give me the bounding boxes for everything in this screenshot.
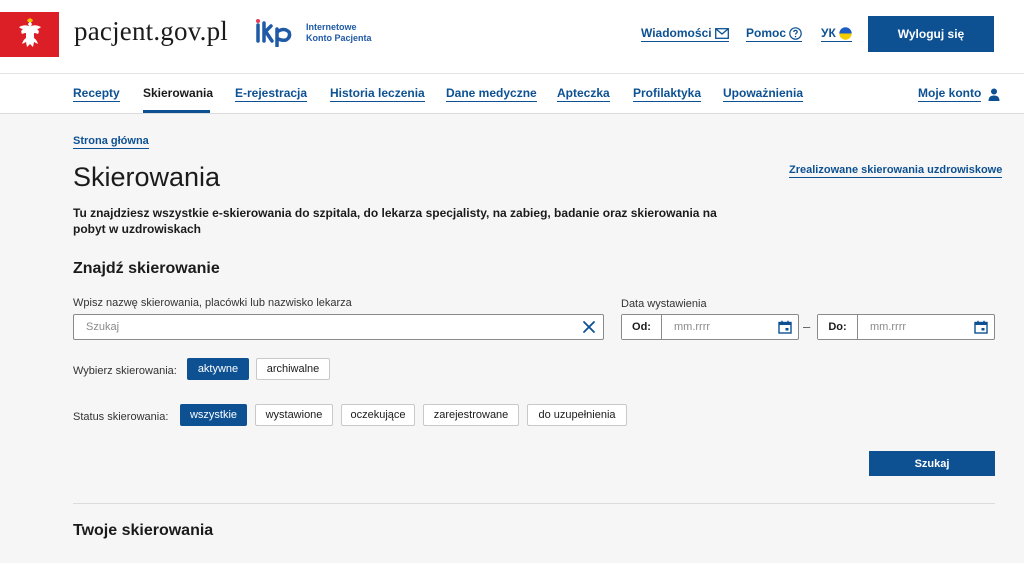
results-title: Twoje skierowania [73, 522, 214, 539]
date-from-prefix: Od: [622, 315, 662, 339]
question-circle-icon [789, 26, 802, 40]
ikp-logo-icon [256, 19, 292, 47]
envelope-icon [714, 27, 729, 39]
messages-link[interactable]: Wiadomości [641, 26, 729, 42]
nav-item-profilaktyka[interactable]: Profilaktyka [633, 86, 702, 102]
type-chip-aktywne[interactable]: aktywne [187, 358, 249, 380]
ikp-logo-text: Internetowe Konto Pacjenta [306, 22, 372, 44]
nav-item-e-rejestracja[interactable]: E-rejestracja [235, 86, 308, 102]
date-label: Data wystawienia [621, 298, 707, 310]
search-section-title: Znajdź skierowanie [73, 260, 220, 277]
status-chip-do-uzupelnienia[interactable]: do uzupełnienia [527, 404, 627, 426]
search-input[interactable] [74, 315, 554, 339]
search-label: Wpisz nazwę skierowania, placówki lub na… [73, 297, 352, 309]
intro-text: Tu znajdziesz wszystkie e-skierowania do… [73, 206, 717, 236]
help-label: Pomoc [746, 26, 787, 40]
active-tab-indicator [143, 110, 210, 113]
breadcrumb-home[interactable]: Strona główna [73, 135, 149, 149]
help-link[interactable]: Pomoc [746, 26, 803, 42]
nav-item-upowaznienia[interactable]: Upoważnienia [723, 86, 804, 102]
status-chip-zarejestrowane[interactable]: zarejestrowane [423, 404, 519, 426]
search-field [73, 314, 604, 340]
page-title: Skierowania [73, 162, 221, 192]
date-to-wrapper [858, 315, 994, 339]
nav-item-recepty[interactable]: Recepty [73, 86, 120, 102]
ikp-logo[interactable]: Internetowe Konto Pacjenta [256, 19, 372, 47]
ikp-line2: Konto Pacjenta [306, 33, 372, 43]
calendar-icon[interactable] [974, 320, 988, 334]
language-ukrainian-link[interactable]: УК [821, 26, 852, 42]
nav-item-skierowania[interactable]: Skierowania [143, 86, 213, 101]
ikp-line1: Internetowe [306, 22, 357, 32]
status-chip-oczekujace[interactable]: oczekujące [341, 404, 415, 426]
section-divider [73, 503, 995, 504]
language-label: УК [821, 26, 836, 40]
user-icon [988, 88, 1000, 101]
polish-eagle-emblem-icon[interactable] [0, 12, 59, 57]
status-chip-wszystkie[interactable]: wszystkie [180, 404, 247, 426]
nav-item-dane-medyczne[interactable]: Dane medyczne [446, 86, 537, 102]
search-button[interactable]: Szukaj [869, 451, 995, 476]
type-chip-archiwalne[interactable]: archiwalne [256, 358, 330, 380]
clear-search-icon[interactable] [581, 319, 597, 335]
type-filter-label: Wybierz skierowania: [73, 365, 177, 377]
date-range-separator: – [803, 319, 811, 334]
nav-item-apteczka[interactable]: Apteczka [557, 86, 610, 102]
status-filter-label: Status skierowania: [73, 411, 169, 423]
ukraine-flag-icon [839, 26, 852, 40]
my-account-label: Moje konto [918, 86, 982, 102]
date-to-prefix: Do: [818, 315, 858, 339]
date-from-wrapper [662, 315, 798, 339]
spa-referrals-link[interactable]: Zrealizowane skierowania uzdrowiskowe [789, 163, 1003, 178]
calendar-icon[interactable] [778, 320, 792, 334]
status-chip-wystawione[interactable]: wystawione [255, 404, 333, 426]
site-name-link[interactable]: pacjent.gov.pl [74, 16, 228, 47]
nav-item-historia-leczenia[interactable]: Historia leczenia [330, 86, 425, 102]
date-from-group: Od: [621, 314, 799, 340]
main-nav: Recepty Skierowania E-rejestracja Histor… [0, 74, 1024, 114]
logout-button[interactable]: Wyloguj się [868, 16, 994, 52]
top-header: pacjent.gov.pl Internetowe Konto Pacjent… [0, 0, 1024, 74]
messages-label: Wiadomości [641, 26, 712, 40]
my-account-link[interactable]: Moje konto [918, 86, 1000, 102]
date-to-group: Do: [817, 314, 995, 340]
